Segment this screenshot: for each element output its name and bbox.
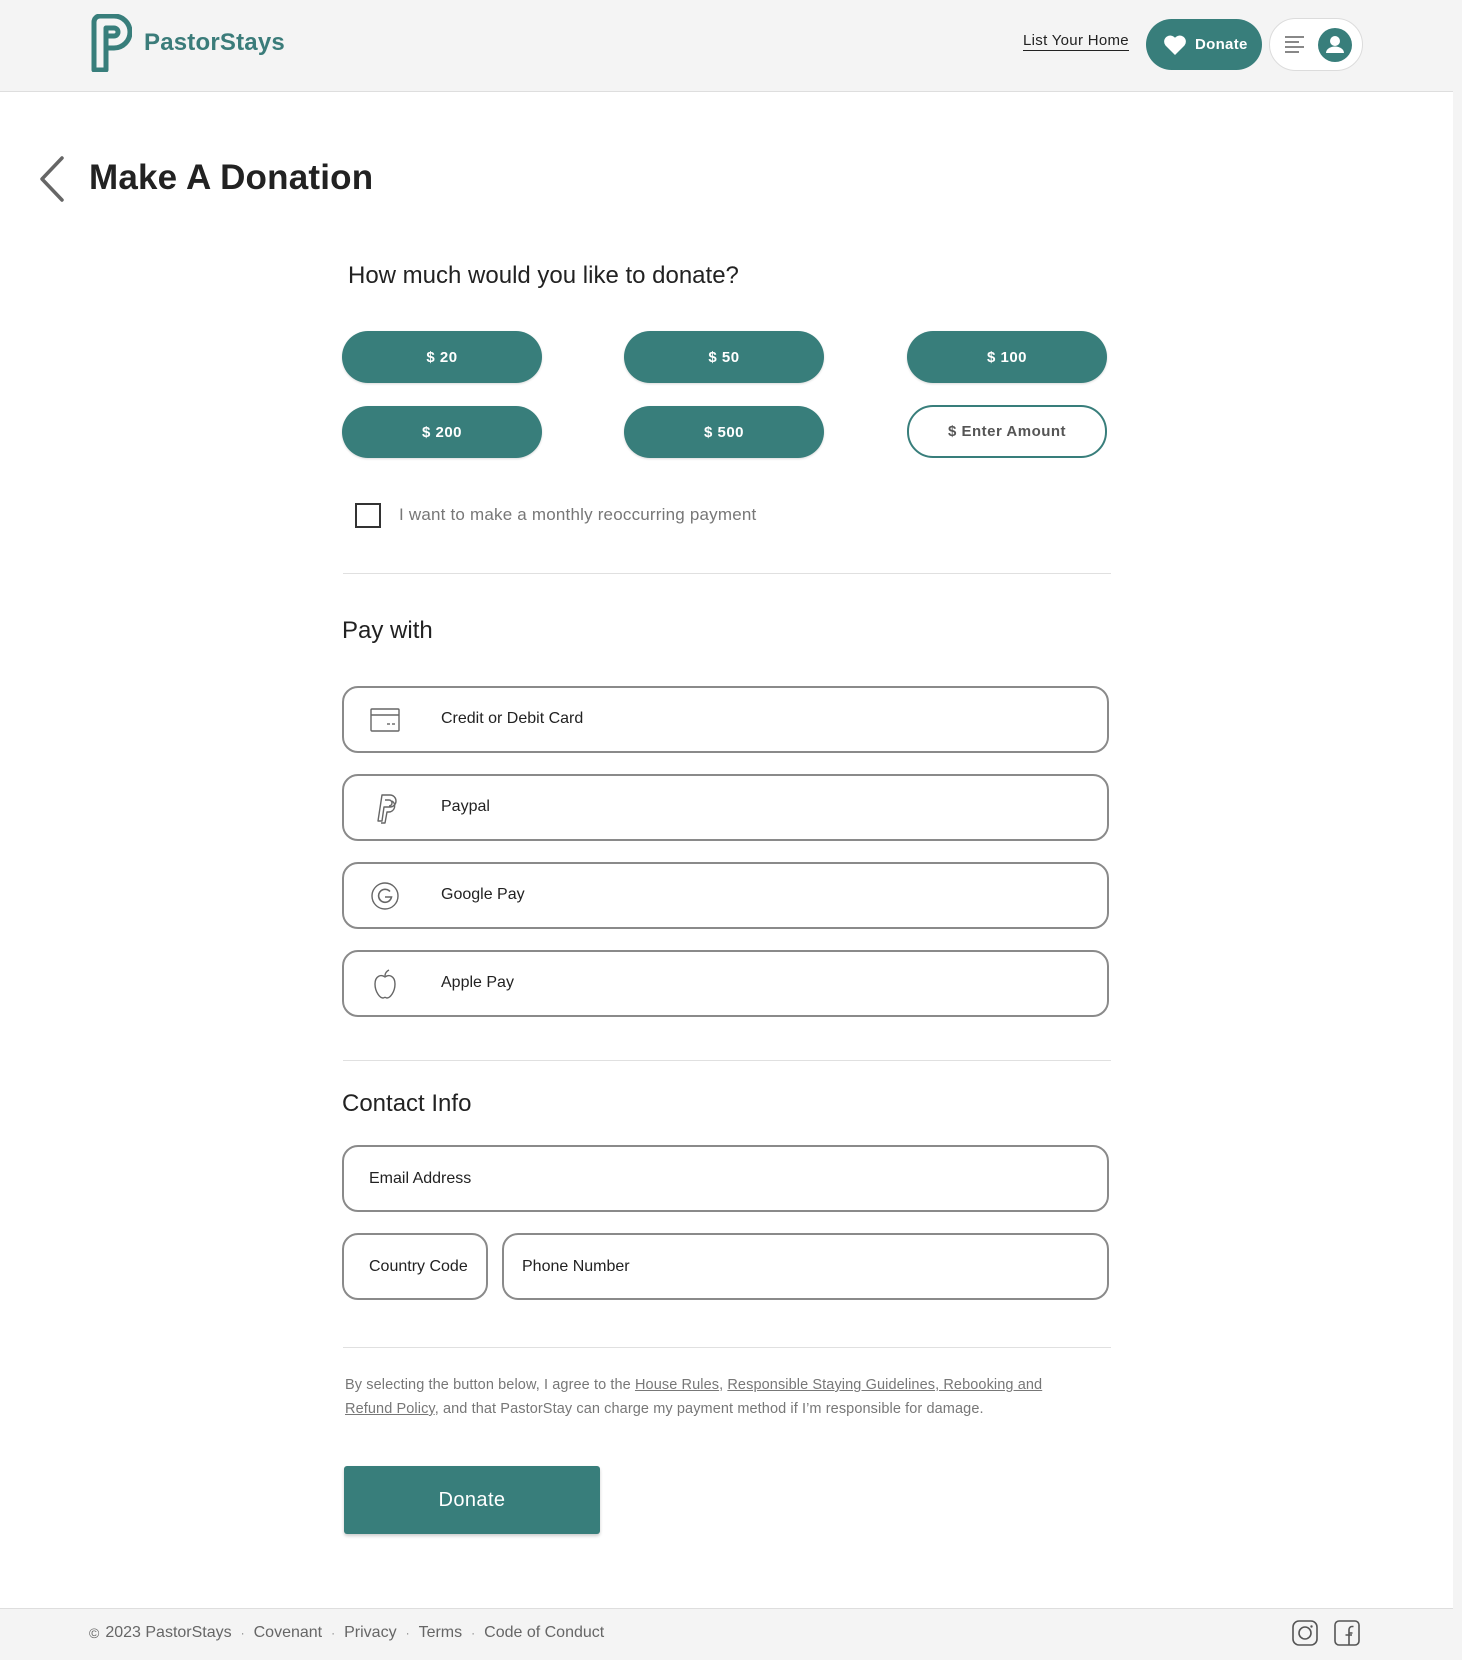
donation-question: How much would you like to donate? [348, 262, 739, 289]
divider [343, 573, 1111, 574]
pay-option-google-pay[interactable]: Google Pay [342, 862, 1109, 929]
footer-separator: · [405, 1626, 410, 1640]
pay-option-google-pay-label: Google Pay [441, 886, 525, 903]
top-navbar: PastorStays List Your Home Donate [0, 0, 1453, 92]
footer-separator: · [331, 1626, 336, 1640]
terms-text: By selecting the button below, I agree t… [345, 1373, 1085, 1421]
profile-menu-button[interactable] [1269, 18, 1363, 71]
back-button[interactable] [38, 155, 68, 208]
donate-submit-button[interactable]: Donate [344, 1466, 600, 1534]
divider [343, 1347, 1111, 1348]
page-title: Make A Donation [89, 158, 374, 197]
header-donate-button[interactable]: Donate [1146, 19, 1262, 70]
amount-100-button[interactable]: $ 100 [907, 331, 1107, 383]
footer-link-covenant[interactable]: Covenant [254, 1624, 323, 1642]
brand-name: PastorStays [144, 29, 285, 56]
copyright-icon: © [89, 1625, 100, 1641]
header-donate-label: Donate [1195, 36, 1248, 53]
credit-card-icon [370, 708, 400, 732]
divider [343, 1060, 1111, 1061]
pay-option-apple-pay-label: Apple Pay [441, 974, 514, 991]
brand-logo[interactable]: PastorStays [88, 14, 285, 72]
country-code-field[interactable] [342, 1233, 488, 1300]
chevron-left-icon [40, 156, 64, 202]
google-icon [371, 882, 399, 910]
facebook-icon[interactable] [1333, 1619, 1361, 1647]
footer-separator: · [471, 1626, 476, 1640]
page-edge [1453, 0, 1462, 1660]
instagram-icon[interactable] [1291, 1619, 1319, 1647]
amount-50-button[interactable]: $ 50 [624, 331, 824, 383]
amount-500-button[interactable]: $ 500 [624, 406, 824, 458]
hamburger-icon [1285, 36, 1304, 53]
recurring-label[interactable]: I want to make a monthly reoccurring pay… [399, 505, 756, 525]
enter-amount-button[interactable]: $ Enter Amount [907, 405, 1107, 458]
email-field[interactable] [342, 1145, 1109, 1212]
pay-option-card[interactable]: Credit or Debit Card [342, 686, 1109, 753]
footer-links: © 2023 PastorStays · Covenant · Privacy … [89, 1624, 604, 1642]
footer-link-terms[interactable]: Terms [419, 1624, 463, 1642]
copyright-text: 2023 PastorStays [105, 1624, 232, 1641]
user-avatar [1318, 28, 1352, 62]
pay-option-paypal-label: Paypal [441, 798, 490, 815]
heart-icon [1164, 35, 1186, 55]
footer-link-privacy[interactable]: Privacy [344, 1624, 396, 1642]
pay-option-paypal[interactable]: Paypal [342, 774, 1109, 841]
footer-separator: · [240, 1626, 245, 1640]
phone-number-field[interactable] [502, 1233, 1109, 1300]
footer-link-code-of-conduct[interactable]: Code of Conduct [484, 1624, 604, 1642]
logo-mark-icon [91, 14, 132, 72]
pay-option-apple-pay[interactable]: Apple Pay [342, 950, 1109, 1017]
paypal-icon [377, 794, 397, 824]
recurring-checkbox[interactable] [355, 503, 381, 528]
amount-200-button[interactable]: $ 200 [342, 406, 542, 458]
user-icon [1326, 36, 1344, 53]
contact-info-heading: Contact Info [342, 1090, 472, 1117]
pay-option-card-label: Credit or Debit Card [441, 710, 584, 727]
footer: © 2023 PastorStays · Covenant · Privacy … [0, 1608, 1453, 1660]
pay-with-heading: Pay with [342, 617, 433, 644]
apple-icon [374, 969, 396, 999]
terms-prefix: By selecting the button below, I agree t… [345, 1377, 635, 1393]
terms-suffix: , and that PastorStay can charge my paym… [434, 1401, 984, 1417]
list-your-home-link[interactable]: List Your Home [1023, 32, 1129, 51]
house-rules-link[interactable]: House Rules [635, 1377, 719, 1393]
amount-20-button[interactable]: $ 20 [342, 331, 542, 383]
